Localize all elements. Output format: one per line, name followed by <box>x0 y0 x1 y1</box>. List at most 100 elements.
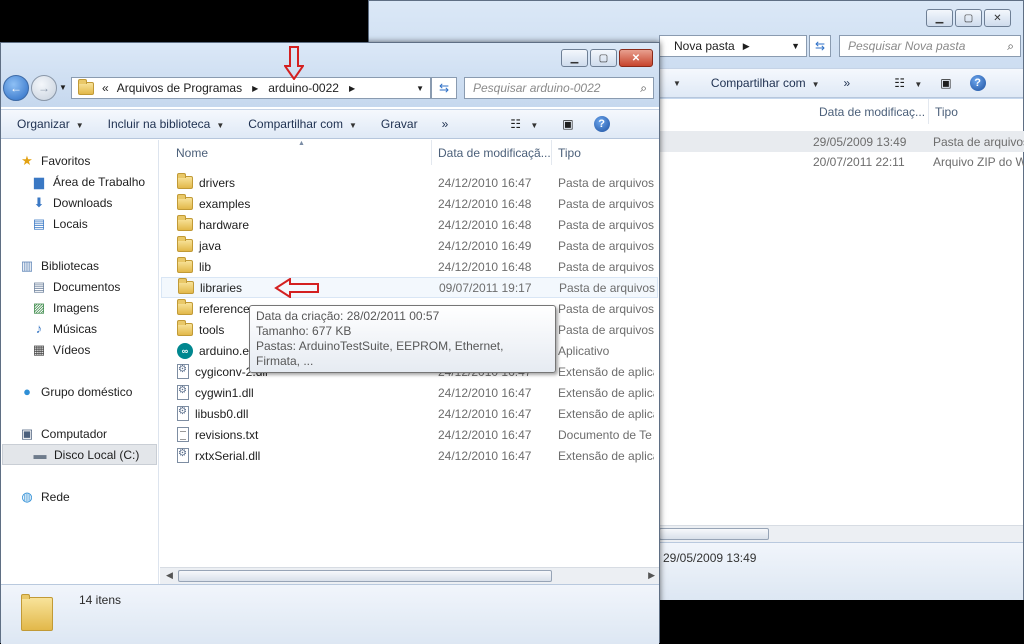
desktop-icon: ▆ <box>34 173 44 189</box>
address-bar[interactable]: « Arquivos de Programas ▶ arduino-0022 ▶… <box>71 77 431 99</box>
refresh-button[interactable]: ⇆ <box>431 77 457 99</box>
bg-view-icon[interactable]: ☷ ▼ <box>894 76 922 90</box>
file-row[interactable]: examples 24/12/2010 16:48 Pasta de arquivo… <box>161 193 658 214</box>
file-date: 24/12/2010 16:48 <box>438 217 532 232</box>
bg-toolbar-caret-icon[interactable]: ▼ <box>673 79 681 88</box>
file-row[interactable]: lib 24/12/2010 16:48 Pasta de arquivos <box>161 256 658 277</box>
file-type: Pasta de arquivos <box>559 280 655 295</box>
minimize-button[interactable]: ▁ <box>561 49 588 67</box>
bg-address-bar[interactable]: Nova pasta ▶ ▼ <box>659 35 807 57</box>
file-list: ▲ Nome Data de modificaçã... Tipo driver… <box>160 140 659 567</box>
scroll-right-icon[interactable]: ▶ <box>648 570 655 581</box>
item-count: 14 itens <box>79 593 122 607</box>
file-row[interactable]: revisions.txt 24/12/2010 16:47 Documento d… <box>161 424 658 445</box>
file-name: lib <box>199 259 212 274</box>
nav-item-recent-places[interactable]: ▤ Locais <box>1 213 158 234</box>
file-date: 09/07/2011 19:17 <box>439 280 532 295</box>
include-library-button[interactable]: Incluir na biblioteca ▼ <box>96 117 237 131</box>
computer-icon: ▣ <box>20 425 34 441</box>
file-date: 24/12/2010 16:47 <box>438 427 532 442</box>
bg-help-icon[interactable]: ? <box>969 75 986 91</box>
file-row[interactable]: rxtxSerial.dll 24/12/2010 16:47 Extensão d… <box>161 445 658 466</box>
nav-item-documents[interactable]: ▤ Documentos <box>1 276 158 297</box>
file-name: examples <box>199 196 251 211</box>
horizontal-scroll-thumb[interactable] <box>178 570 552 582</box>
horizontal-scrollbar[interactable]: ◀ ▶ <box>160 567 659 584</box>
nav-item-label: Vídeos <box>53 342 91 357</box>
maximize-button[interactable]: ▢ <box>590 49 617 67</box>
breadcrumb-segment[interactable]: arduino-0022 <box>268 81 339 95</box>
breadcrumb-segment[interactable]: Arquivos de Programas <box>117 81 242 95</box>
explorer-window: ▁ ▢ ✕ ← → ▼ « Arquivos de Programas ▶ ar… <box>0 42 660 644</box>
file-row[interactable]: java 24/12/2010 16:49 Pasta de arquivos <box>161 235 658 256</box>
column-name-label: Nome <box>176 145 209 160</box>
bg-more-button[interactable]: » <box>832 76 863 90</box>
back-button[interactable]: ← <box>3 75 29 101</box>
nav-homegroup[interactable]: ● Grupo doméstico <box>1 381 158 402</box>
file-name-cell: revisions.txt <box>177 427 258 442</box>
close-button[interactable]: ✕ <box>619 49 653 67</box>
file-row[interactable]: libusb0.dll 24/12/2010 16:47 Extensão de a… <box>161 403 658 424</box>
bg-row-date: 29/05/2009 13:49 <box>813 134 907 149</box>
file-row[interactable]: drivers 24/12/2010 16:47 Pasta de arquivos <box>161 172 658 193</box>
preview-pane-icon[interactable]: ▣ <box>562 117 573 131</box>
bg-minimize-button[interactable]: ▁ <box>926 9 953 27</box>
address-dropdown-icon[interactable]: ▼ <box>416 84 424 93</box>
file-row[interactable]: libraries 09/07/2011 19:17 Pasta de arquiv… <box>161 277 658 298</box>
nav-item-music[interactable]: ♪ Músicas <box>1 318 158 339</box>
scroll-left-icon[interactable]: ◀ <box>166 570 173 581</box>
nav-favorites[interactable]: ★ Favoritos <box>1 150 158 171</box>
breadcrumb-chevron-icon[interactable]: ▶ <box>252 84 258 93</box>
dll-icon <box>177 385 189 400</box>
forward-button[interactable]: → <box>31 75 57 101</box>
bg-maximize-button[interactable]: ▢ <box>955 9 982 27</box>
bg-address-dropdown-icon[interactable]: ▼ <box>791 41 800 51</box>
bg-table-row[interactable]: 20/07/2011 22:11 Arquivo ZIP do W <box>659 151 1024 172</box>
search-input[interactable]: Pesquisar arduino-0022 ⌕ <box>464 77 654 99</box>
nav-item-desktop[interactable]: ▆ Área de Trabalho <box>1 171 158 192</box>
bg-refresh-button[interactable]: ⇆ <box>809 35 831 57</box>
bg-share-label: Compartilhar com <box>710 76 806 90</box>
share-button[interactable]: Compartilhar com ▼ <box>236 117 369 131</box>
bg-column-type[interactable]: Tipo <box>929 99 1024 124</box>
column-header-name[interactable]: Nome <box>170 140 432 165</box>
nav-favorites-label: Favoritos <box>41 153 91 168</box>
file-row[interactable]: cygwin1.dll 24/12/2010 16:47 Extensão de a… <box>161 382 658 403</box>
dll-icon <box>177 364 189 379</box>
file-row[interactable]: hardware 24/12/2010 16:48 Pasta de arquivo… <box>161 214 658 235</box>
nav-item-videos[interactable]: ▦ Vídeos <box>1 339 158 360</box>
bg-close-button[interactable]: ✕ <box>984 9 1011 27</box>
breadcrumb-overflow[interactable]: « <box>102 81 109 95</box>
bg-horizontal-scrollbar[interactable] <box>659 525 1023 542</box>
bg-share-button[interactable]: Compartilhar com ▼ <box>699 76 832 90</box>
file-name-cell: libusb0.dll <box>177 406 248 421</box>
help-icon[interactable]: ? <box>593 116 610 132</box>
nav-item-downloads[interactable]: ⬇ Downloads <box>1 192 158 213</box>
bg-breadcrumb-chevron-icon[interactable]: ▶ <box>743 41 750 52</box>
bg-preview-pane-icon[interactable]: ▣ <box>940 76 951 90</box>
bg-search-input[interactable]: Pesquisar Nova pasta ⌕ <box>839 35 1021 57</box>
breadcrumb-chevron-icon[interactable]: ▶ <box>349 84 355 93</box>
search-icon[interactable]: ⌕ <box>640 81 647 96</box>
column-header-type[interactable]: Tipo <box>552 140 659 165</box>
bg-table-row[interactable]: 29/05/2009 13:49 Pasta de arquivos <box>659 131 1024 152</box>
organize-button[interactable]: Organizar ▼ <box>1 117 96 131</box>
burn-button[interactable]: Gravar <box>369 117 430 131</box>
more-button[interactable]: » <box>430 117 461 131</box>
bg-scroll-thumb[interactable] <box>659 528 769 540</box>
documents-icon: ▤ <box>32 278 46 294</box>
nav-computer[interactable]: ▣ Computador <box>1 423 158 444</box>
bg-column-date[interactable]: Data de modificaç... <box>813 99 929 124</box>
file-name: libraries <box>200 280 243 295</box>
recent-pages-dropdown-icon[interactable]: ▼ <box>59 83 67 92</box>
bg-search-icon[interactable]: ⌕ <box>1007 39 1014 54</box>
bg-column-date-label: Data de modificaç... <box>819 104 926 119</box>
nav-network[interactable]: ◍ Rede <box>1 486 158 507</box>
file-type: Pasta de arquivos <box>558 175 654 190</box>
change-view-icon[interactable]: ☷ ▼ <box>510 117 538 131</box>
nav-item-local-disk[interactable]: ▬ Disco Local (C:) <box>2 444 157 465</box>
column-header-date[interactable]: Data de modificaçã... <box>432 140 552 165</box>
file-type: Extensão de aplica <box>558 448 654 463</box>
nav-libraries[interactable]: ▥ Bibliotecas <box>1 255 158 276</box>
nav-item-pictures[interactable]: ▨ Imagens <box>1 297 158 318</box>
